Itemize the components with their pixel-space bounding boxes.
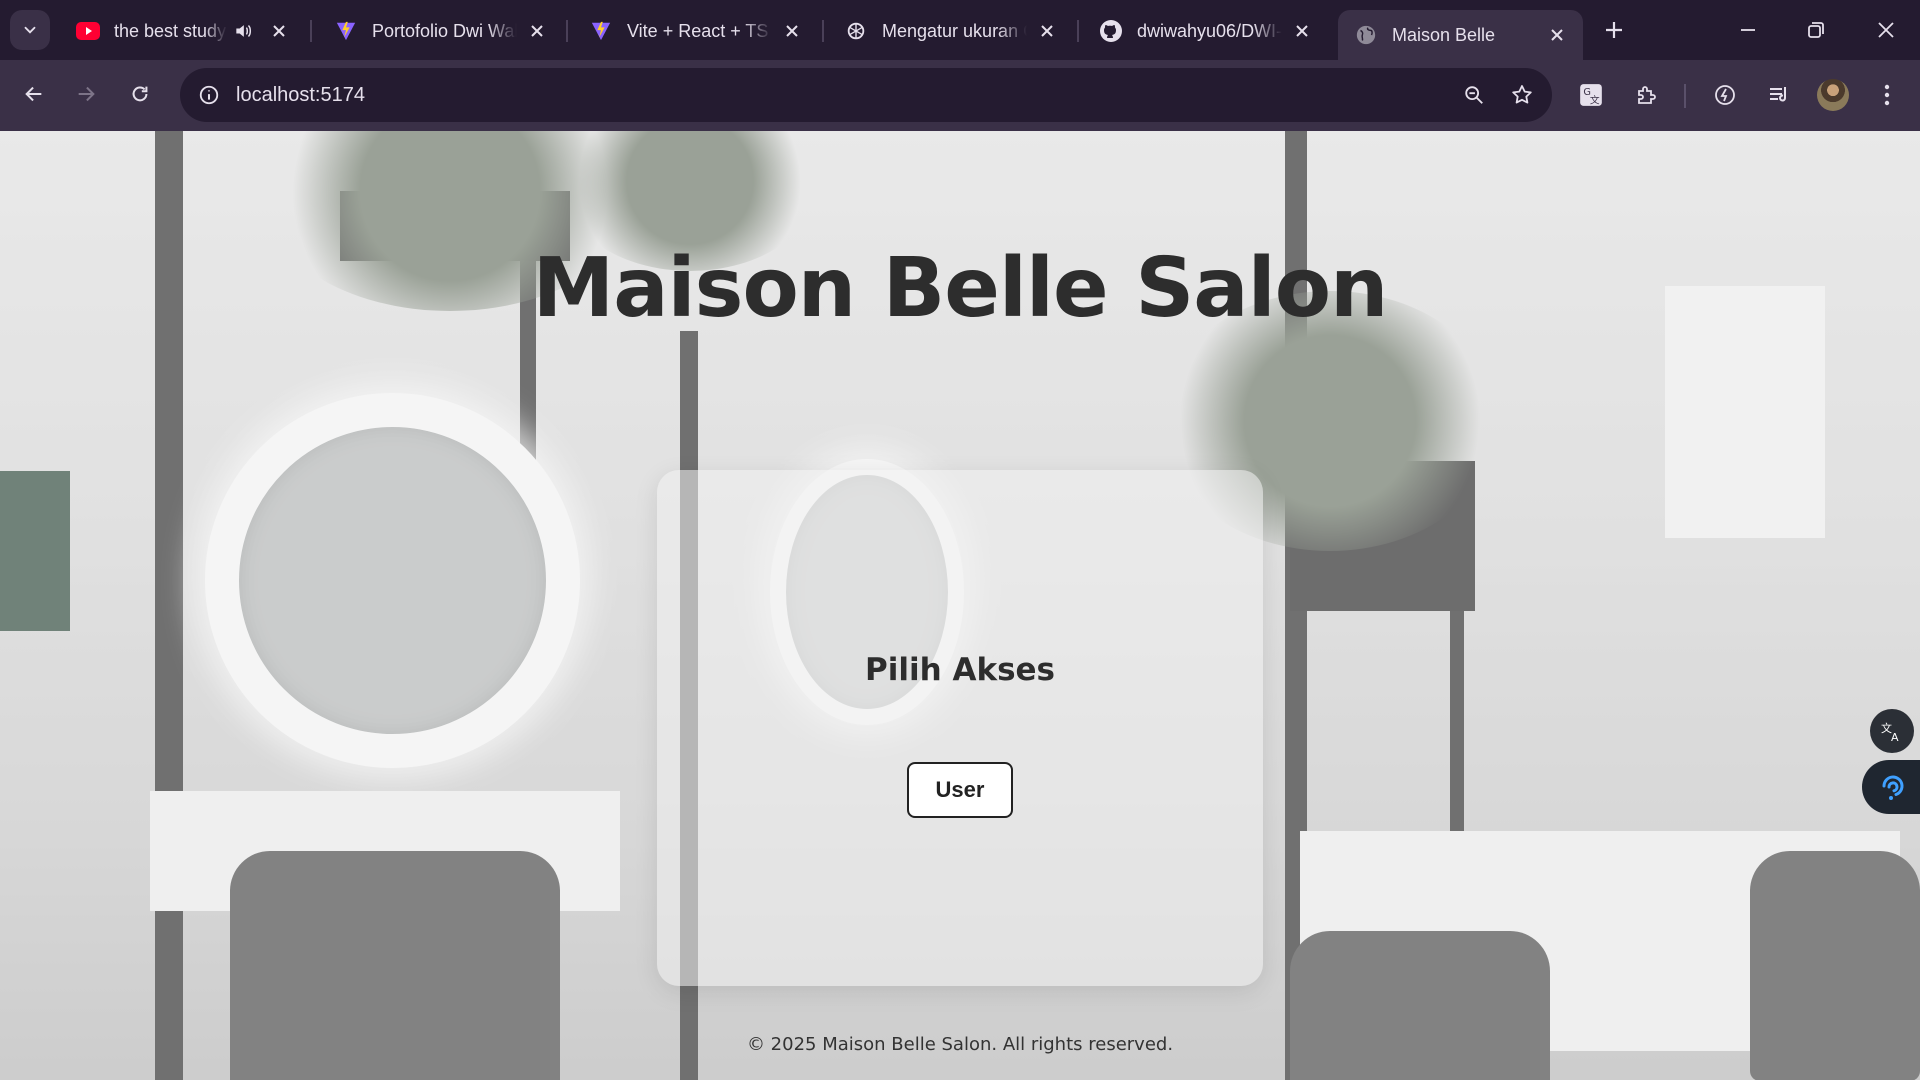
access-card: Pilih Akses User: [657, 470, 1263, 986]
performance-icon[interactable]: [1704, 74, 1746, 116]
close-tab-icon[interactable]: [265, 17, 293, 45]
extensions-puzzle-icon[interactable]: [1626, 74, 1668, 116]
chatgpt-icon: [844, 19, 868, 43]
tab-title: Maison Belle: [1392, 24, 1496, 45]
close-icon: [1878, 22, 1894, 38]
globe-icon: [1354, 23, 1378, 47]
bookmark-star-icon[interactable]: [1504, 77, 1540, 113]
github-icon: [1099, 19, 1123, 43]
tab-portfolio[interactable]: Portofolio Dwi Wahyu: [318, 10, 563, 52]
url-text[interactable]: localhost:5174: [236, 84, 1456, 107]
vite-icon: [589, 19, 613, 43]
tab-github[interactable]: dwiwahyu06/DWI-: [1083, 10, 1328, 52]
tab-title: Portofolio Dwi Wahyu: [372, 20, 517, 41]
zoom-icon[interactable]: [1456, 77, 1492, 113]
svg-text:A: A: [1891, 731, 1899, 743]
card-heading: Pilih Akses: [865, 652, 1055, 688]
arrow-right-icon: [78, 86, 95, 102]
minimize-button[interactable]: [1720, 8, 1776, 52]
close-tab-icon[interactable]: [1543, 21, 1571, 49]
close-tab-icon[interactable]: [778, 17, 806, 45]
site-title: Maison Belle Salon: [532, 241, 1389, 336]
youtube-icon: [76, 19, 100, 43]
tab-title: the best study playlist: [114, 20, 227, 41]
translate-float-button[interactable]: 文A: [1870, 709, 1914, 753]
toolbar-separator: [1684, 84, 1686, 108]
tab-vite[interactable]: Vite + React + TS: [573, 10, 818, 52]
arrow-left-icon: [25, 86, 42, 102]
tab-chatgpt[interactable]: Mengatur ukuran Gambar: [828, 10, 1073, 52]
plus-icon: [1606, 22, 1622, 38]
vite-icon: [334, 19, 358, 43]
reload-button[interactable]: [120, 74, 160, 114]
more-vert-icon: [1884, 84, 1890, 106]
tab-separator: [1077, 20, 1079, 42]
page-viewport: Maison Belle Salon Pilih Akses User © 20…: [0, 131, 1920, 1080]
menu-button[interactable]: [1866, 74, 1908, 116]
media-control-icon[interactable]: [1758, 74, 1800, 116]
tab-separator: [822, 20, 824, 42]
address-bar[interactable]: localhost:5174: [180, 68, 1552, 122]
tab-title: Vite + React + TS: [627, 20, 769, 41]
tab-strip: the best study playlist Portofolio Dwi W…: [0, 0, 1920, 60]
user-access-button[interactable]: User: [907, 762, 1013, 818]
restore-icon: [1808, 22, 1824, 38]
minimize-icon: [1741, 29, 1755, 31]
tab-separator: [566, 20, 568, 42]
forward-button[interactable]: [66, 74, 106, 114]
speaker-icon[interactable]: [233, 21, 253, 41]
tab-separator: [310, 20, 312, 42]
tab-search-button[interactable]: [10, 10, 50, 50]
close-tab-icon[interactable]: [523, 17, 551, 45]
chevron-down-icon: [24, 26, 36, 34]
tab-youtube[interactable]: the best study playlist: [60, 10, 305, 52]
translate-extension-icon[interactable]: G文: [1570, 74, 1612, 116]
reload-icon: [132, 86, 148, 102]
site-info-icon[interactable]: [194, 80, 224, 110]
back-button[interactable]: [14, 74, 54, 114]
tab-title: dwiwahyu06/DWI-: [1137, 20, 1282, 41]
tab-maison-belle[interactable]: Maison Belle: [1338, 10, 1583, 60]
profile-avatar[interactable]: [1812, 74, 1854, 116]
browser-toolbar: localhost:5174 G文: [0, 60, 1920, 131]
svg-text:文: 文: [1590, 94, 1600, 107]
avatar: [1817, 79, 1849, 111]
close-tab-icon[interactable]: [1033, 17, 1061, 45]
tab-title: Mengatur ukuran Gambar: [882, 20, 1027, 41]
close-tab-icon[interactable]: [1288, 17, 1316, 45]
assistant-icon: [1882, 775, 1904, 800]
new-tab-button[interactable]: [1596, 12, 1632, 48]
footer-copyright: © 2025 Maison Belle Salon. All rights re…: [746, 1034, 1174, 1055]
assistant-float-button[interactable]: [1862, 760, 1920, 814]
close-window-button[interactable]: [1858, 8, 1914, 52]
restore-button[interactable]: [1788, 8, 1844, 52]
translate-icon: 文A: [1881, 721, 1899, 743]
